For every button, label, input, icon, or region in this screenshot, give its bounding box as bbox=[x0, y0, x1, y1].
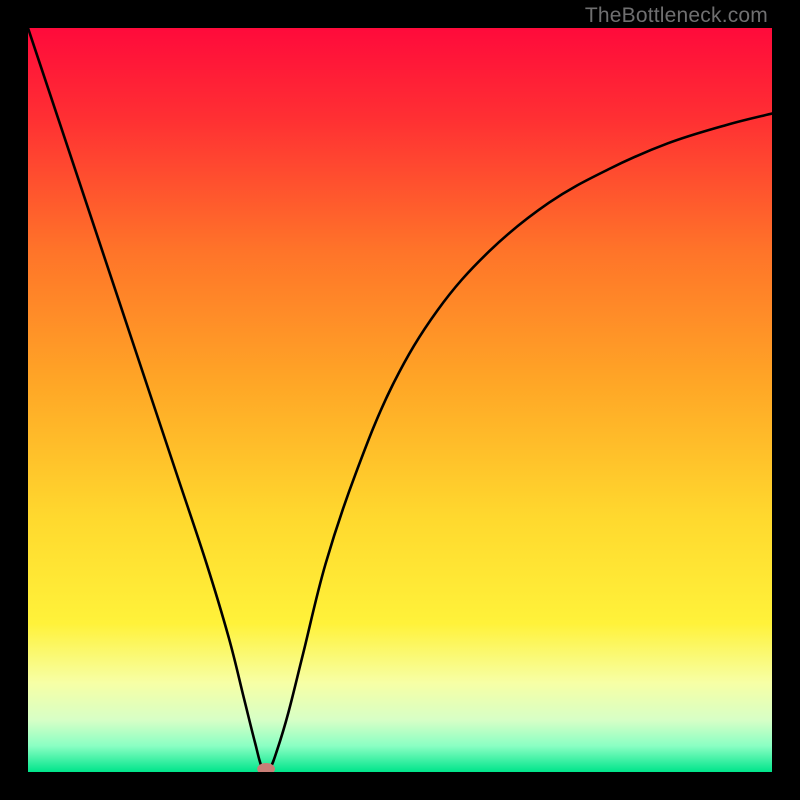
gradient-background bbox=[28, 28, 772, 772]
bottleneck-chart bbox=[28, 28, 772, 772]
chart-frame bbox=[28, 28, 772, 772]
watermark-text: TheBottleneck.com bbox=[585, 4, 768, 28]
